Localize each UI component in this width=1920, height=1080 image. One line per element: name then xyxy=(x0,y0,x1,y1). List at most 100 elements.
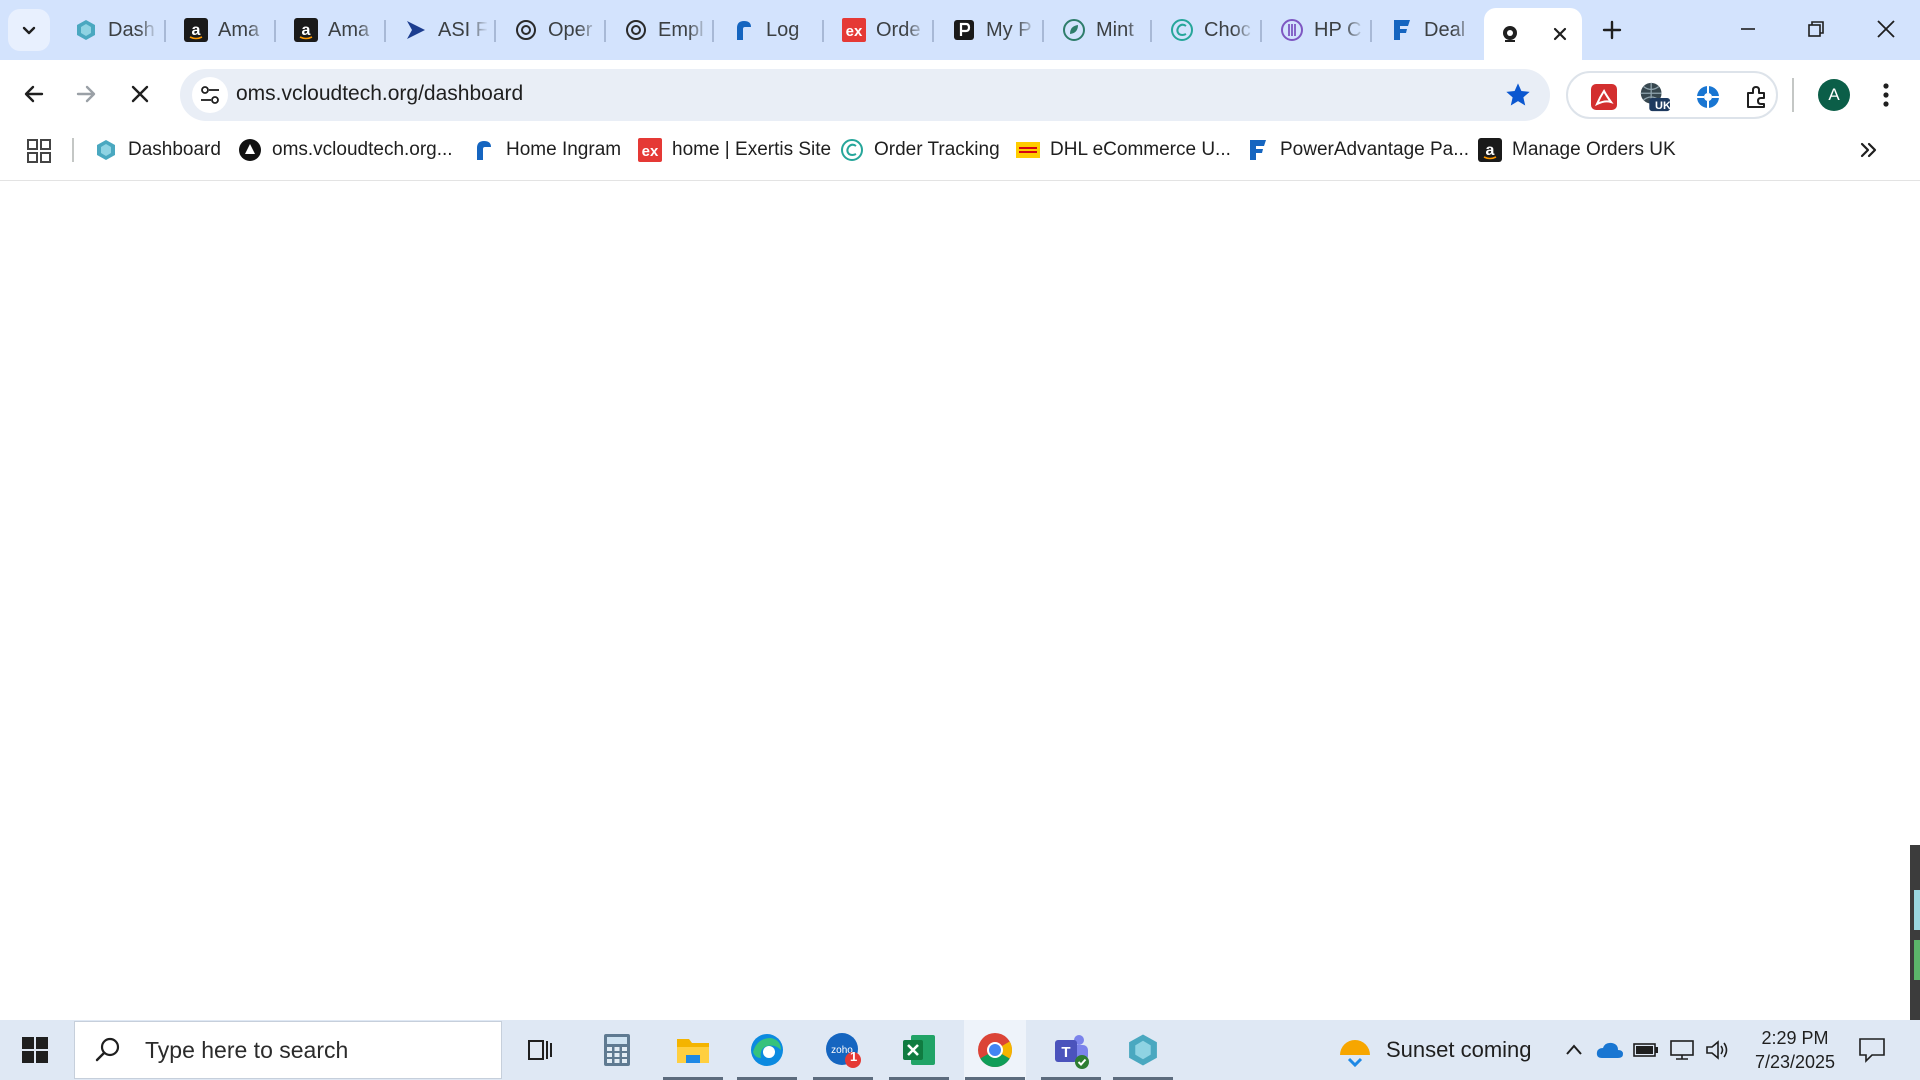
profile-avatar[interactable]: A xyxy=(1818,79,1850,111)
cloud-icon xyxy=(1596,1042,1623,1058)
tab-separator xyxy=(494,20,496,42)
ingram-icon xyxy=(472,138,496,162)
bookmark-separator xyxy=(72,138,74,162)
file-explorer-app[interactable] xyxy=(662,1020,724,1080)
tab[interactable]: Dash xyxy=(60,10,170,50)
forward-button[interactable] xyxy=(66,74,106,114)
tab-title: Mint xyxy=(1096,18,1134,41)
teams-app[interactable]: T xyxy=(1040,1020,1102,1080)
bookmark-item[interactable]: Home Ingram xyxy=(472,134,621,166)
bookmark-label: PowerAdvantage Pa... xyxy=(1280,139,1470,160)
address-bar[interactable]: oms.vcloudtech.org/dashboard xyxy=(180,69,1550,121)
network-tray[interactable] xyxy=(1668,1036,1696,1064)
bookmark-star-icon[interactable] xyxy=(1504,81,1532,109)
restore-icon xyxy=(1808,21,1824,37)
oms-icon xyxy=(238,138,262,162)
tab[interactable]: HP C xyxy=(1266,10,1376,50)
tab-title: Log xyxy=(766,18,800,41)
close-window-button[interactable] xyxy=(1858,0,1914,58)
bookmark-item[interactable]: ex home | Exertis Site xyxy=(638,134,831,166)
start-button[interactable] xyxy=(0,1020,70,1080)
extensions-group: UK xyxy=(1566,71,1778,119)
tab-active[interactable] xyxy=(1484,8,1582,60)
tab[interactable]: Choc xyxy=(1156,10,1266,50)
volume-icon xyxy=(1706,1040,1728,1060)
exertis-icon: ex xyxy=(638,138,662,162)
tab[interactable]: Mint xyxy=(1048,10,1158,50)
scrollbar-marker xyxy=(1914,890,1920,930)
windows-logo-icon xyxy=(22,1037,48,1063)
battery-icon xyxy=(1633,1043,1658,1057)
scrollbar[interactable] xyxy=(1910,845,1920,1020)
mint-icon xyxy=(1062,18,1086,42)
dashboard-hex-icon xyxy=(74,18,98,42)
dashboard-app[interactable] xyxy=(1112,1020,1174,1080)
tab[interactable]: My P xyxy=(938,10,1048,50)
minimize-icon xyxy=(1741,28,1755,30)
zoho-app[interactable]: zoho 1 xyxy=(812,1020,874,1080)
calculator-app[interactable] xyxy=(586,1020,648,1080)
show-hidden-icons-button[interactable] xyxy=(1560,1036,1588,1064)
svg-text:a: a xyxy=(192,22,201,39)
tab-separator xyxy=(1042,20,1044,42)
battery-tray[interactable] xyxy=(1632,1036,1660,1064)
back-button[interactable] xyxy=(14,74,54,114)
extension-badge: UK xyxy=(1655,100,1671,112)
dashboard-hex-icon xyxy=(94,138,118,162)
apps-grid-icon[interactable] xyxy=(26,138,52,164)
weather-widget[interactable]: Sunset coming xyxy=(1336,1020,1532,1080)
onedrive-tray[interactable] xyxy=(1596,1036,1624,1064)
bookmark-item[interactable]: DHL eCommerce U... xyxy=(1016,134,1231,166)
edge-app[interactable] xyxy=(736,1020,798,1080)
taskbar: Type here to search zoho 1 T Sunset comi… xyxy=(0,1020,1920,1080)
helper-extension-icon[interactable] xyxy=(1692,81,1724,113)
close-icon xyxy=(1877,20,1895,38)
minimize-button[interactable] xyxy=(1720,0,1776,58)
tab[interactable]: ASI F xyxy=(390,10,500,50)
vpn-uk-extension-icon[interactable]: UK xyxy=(1638,81,1671,113)
new-tab-button[interactable] xyxy=(1594,12,1630,48)
acrobat-extension-icon[interactable] xyxy=(1588,81,1620,113)
chrome-app[interactable] xyxy=(964,1020,1026,1080)
hp-icon xyxy=(1280,18,1304,42)
volume-tray[interactable] xyxy=(1704,1036,1732,1064)
tab-strip: Dash a Ama a Ama ASI F Oper Empl Log ex … xyxy=(0,0,1920,60)
tab[interactable]: Oper xyxy=(500,10,610,50)
tab-close-button[interactable] xyxy=(1548,22,1572,46)
tab-title: Oper xyxy=(548,18,593,41)
tab-title: Ama xyxy=(328,18,370,41)
taskbar-search-box[interactable]: Type here to search xyxy=(74,1021,502,1079)
more-vertical-icon xyxy=(1883,83,1889,107)
clock-date: 7/23/2025 xyxy=(1754,1052,1836,1072)
toolbar-separator xyxy=(1792,78,1794,112)
tab-separator xyxy=(822,20,824,42)
puzzle-extensions-icon[interactable] xyxy=(1740,81,1772,113)
tab[interactable]: a Ama xyxy=(170,10,280,50)
tab[interactable]: ex Orde xyxy=(828,10,938,50)
browser-menu-button[interactable] xyxy=(1874,78,1898,112)
system-clock[interactable]: 2:29 PM 7/23/2025 xyxy=(1740,1026,1850,1074)
svg-text:T: T xyxy=(1061,1044,1070,1061)
tab-search-button[interactable] xyxy=(8,9,50,51)
tab[interactable]: Log xyxy=(718,10,828,50)
tab[interactable]: a Ama xyxy=(280,10,390,50)
bookmark-item[interactable]: PowerAdvantage Pa... xyxy=(1246,134,1469,166)
tab-title: Dash xyxy=(108,18,155,41)
bookmark-item[interactable]: oms.vcloudtech.org... xyxy=(238,134,453,166)
excel-app[interactable] xyxy=(888,1020,950,1080)
notification-center-button[interactable] xyxy=(1856,1034,1888,1066)
bookmark-item[interactable]: Order Tracking xyxy=(840,134,1000,166)
url-text[interactable]: oms.vcloudtech.org/dashboard xyxy=(236,82,523,106)
task-view-button[interactable] xyxy=(510,1020,572,1080)
search-icon xyxy=(95,1037,120,1062)
tab[interactable]: Empl xyxy=(610,10,720,50)
bookmark-item[interactable]: a Manage Orders UK xyxy=(1478,134,1676,166)
bookmark-label: DHL eCommerce U... xyxy=(1050,139,1231,160)
restore-button[interactable] xyxy=(1788,0,1844,58)
choc-icon xyxy=(840,138,864,162)
site-info-button[interactable] xyxy=(192,77,228,113)
more-bookmarks-button[interactable] xyxy=(1854,136,1882,164)
stop-loading-button[interactable] xyxy=(120,74,160,114)
bookmark-item[interactable]: Dashboard xyxy=(94,134,221,166)
tab[interactable]: Deal xyxy=(1376,10,1486,50)
